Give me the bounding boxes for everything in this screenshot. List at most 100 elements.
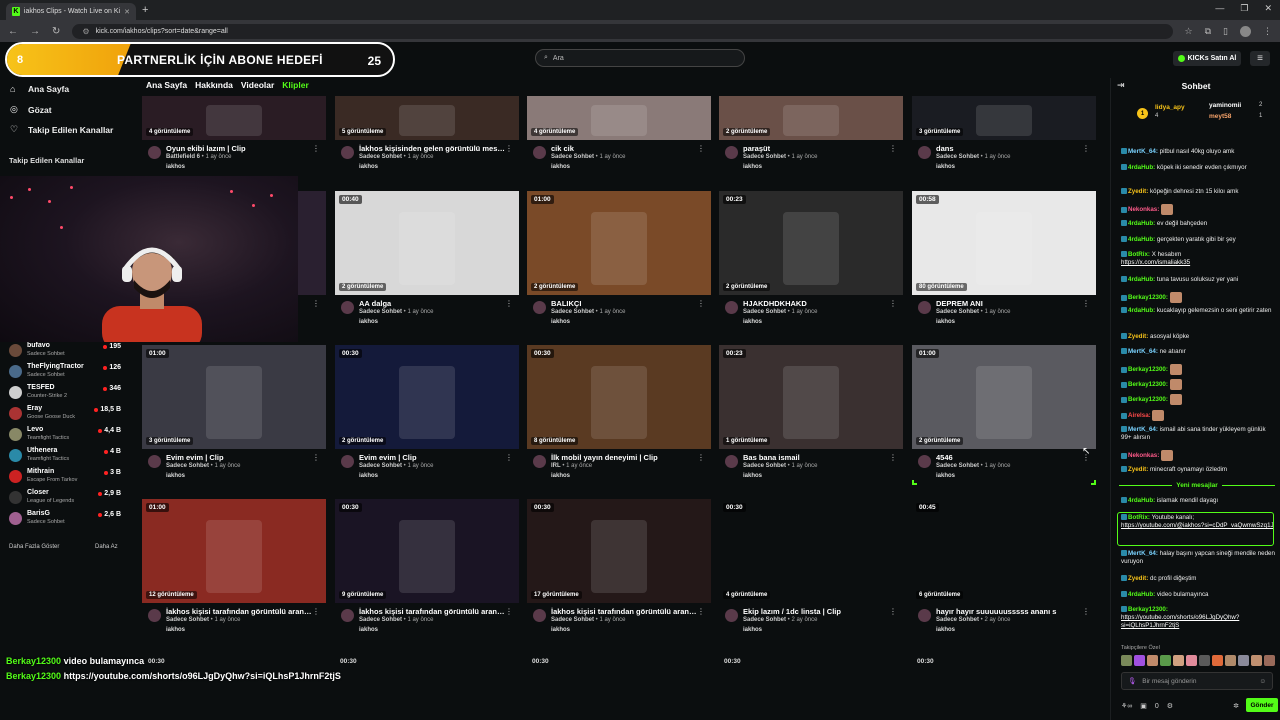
show-more-button[interactable]: Daha Fazla Göster bbox=[9, 544, 59, 550]
channel-avatar[interactable] bbox=[725, 609, 738, 622]
clip-title[interactable]: BALIKÇI bbox=[551, 299, 697, 308]
clip-thumbnail[interactable]: 00:30 2 görüntüleme bbox=[335, 345, 519, 449]
followed-channel-item[interactable]: Levo Teamfight Tactics 4,4 B bbox=[9, 426, 121, 446]
chat-username[interactable]: Airelsa: bbox=[1128, 412, 1151, 419]
clip-thumbnail[interactable]: 01:00 12 görüntüleme bbox=[142, 499, 326, 603]
clip-thumbnail[interactable]: 00:30 9 görüntüleme bbox=[335, 499, 519, 603]
followed-channel-item[interactable]: Uthenera Teamfight Tactics 4 B bbox=[9, 447, 121, 467]
clip-thumbnail[interactable]: 00:30 17 görüntüleme bbox=[527, 499, 711, 603]
emote-icon[interactable] bbox=[1121, 655, 1132, 666]
minimize-icon[interactable]: — bbox=[1215, 3, 1224, 14]
chat-username[interactable]: MertK_64: bbox=[1128, 426, 1158, 433]
clip-title[interactable]: Evim evim | Clip bbox=[166, 453, 312, 462]
emote-icon[interactable] bbox=[1147, 655, 1158, 666]
clip-title[interactable]: DEPREM ANI bbox=[936, 299, 1082, 308]
clip-title[interactable]: Bas bana ismail bbox=[743, 453, 889, 462]
chat-username[interactable]: Berkay12300: bbox=[1128, 606, 1168, 613]
maximize-icon[interactable]: ❐ bbox=[1240, 3, 1248, 14]
clip-author[interactable]: iakhos bbox=[936, 627, 955, 633]
clip-thumbnail[interactable]: 3 görüntüleme bbox=[912, 96, 1096, 140]
followed-channel-item[interactable]: bufavo Sadece Sohbet 195 bbox=[9, 342, 121, 362]
followed-channel-item[interactable]: BarisG Sadece Sohbet 2,6 B bbox=[9, 510, 121, 530]
clip-card[interactable]: 5 görüntüleme İakhos kişisinden gelen gör… bbox=[335, 36, 519, 186]
channel-avatar[interactable] bbox=[725, 455, 738, 468]
show-less-button[interactable]: Daha Az bbox=[95, 544, 118, 550]
channel-avatar[interactable] bbox=[341, 301, 354, 314]
more-options-icon[interactable]: ⋮ bbox=[1082, 144, 1090, 153]
user-menu-button[interactable]: ≡ bbox=[1250, 51, 1270, 66]
send-button[interactable]: Gönder bbox=[1246, 698, 1278, 712]
new-tab-button[interactable]: + bbox=[142, 4, 148, 16]
channel-avatar[interactable] bbox=[725, 301, 738, 314]
clip-thumbnail[interactable]: 00:23 1 görüntüleme bbox=[719, 345, 903, 449]
emote-icon[interactable] bbox=[1238, 655, 1249, 666]
extensions-icon[interactable]: ⧉ bbox=[1205, 26, 1211, 37]
channel-avatar[interactable] bbox=[533, 455, 546, 468]
clip-author[interactable]: iakhos bbox=[743, 164, 762, 170]
more-options-icon[interactable]: ⋮ bbox=[505, 144, 513, 153]
clip-thumbnail[interactable]: 00:30 8 görüntüleme bbox=[527, 345, 711, 449]
channel-avatar[interactable] bbox=[533, 609, 546, 622]
channel-avatar[interactable] bbox=[918, 146, 931, 159]
more-options-icon[interactable]: ⋮ bbox=[312, 144, 320, 153]
emote-icon[interactable] bbox=[1225, 655, 1236, 666]
more-options-icon[interactable]: ⋮ bbox=[505, 299, 513, 308]
clip-title[interactable]: İakhos kişisi tarafından görüntülü aranı… bbox=[166, 607, 312, 616]
clip-author[interactable]: iakhos bbox=[166, 627, 185, 633]
clip-title[interactable]: AA dalga bbox=[359, 299, 505, 308]
clip-card[interactable]: 2 görüntüleme paraşüt ⋮ Sadece Sohbet • 1 a… bbox=[719, 36, 903, 186]
forward-icon[interactable]: → bbox=[30, 26, 40, 37]
chat-settings-badge-icon[interactable]: ⚘∞ bbox=[1121, 702, 1132, 710]
clip-thumbnail[interactable]: 5 görüntüleme bbox=[335, 96, 519, 140]
chat-username[interactable]: BotRix: bbox=[1128, 251, 1150, 258]
followed-channel-item[interactable]: Mithrain Escape From Tarkov 3 B bbox=[9, 468, 121, 488]
sidebar-item-following[interactable]: ♡ Takip Edilen Kanallar bbox=[10, 124, 113, 135]
more-options-icon[interactable]: ⋮ bbox=[312, 299, 320, 308]
clip-author[interactable]: iakhos bbox=[166, 164, 185, 170]
clip-title[interactable]: İakhos kişisi tarafından görüntülü aranı… bbox=[359, 607, 505, 616]
more-options-icon[interactable]: ⋮ bbox=[889, 453, 897, 462]
bookmark-star-icon[interactable]: ☆ bbox=[1185, 26, 1193, 37]
chat-link[interactable]: https://x.com/ismaliakk35 bbox=[1121, 259, 1190, 266]
gear-icon[interactable]: ✲ bbox=[1233, 702, 1239, 710]
clip-category[interactable]: Sadece Sohbet bbox=[743, 154, 786, 160]
sidebar-item-browse[interactable]: ◎ Gözat bbox=[10, 104, 52, 115]
clip-thumbnail[interactable]: 00:58 80 görüntüleme bbox=[912, 191, 1096, 295]
clip-card[interactable]: 01:00 2 görüntüleme 4546 ⋮ Sadece Sohbet • 1… bbox=[912, 345, 1096, 495]
chat-username[interactable]: 4rdaHub: bbox=[1128, 497, 1155, 504]
clip-category[interactable]: Sadece Sohbet bbox=[743, 309, 786, 315]
chat-username[interactable]: 4rdaHub: bbox=[1128, 276, 1155, 283]
emote-icon[interactable] bbox=[1251, 655, 1262, 666]
followed-channel-item[interactable]: TESFED Counter-Strike 2 346 bbox=[9, 384, 121, 404]
clip-thumbnail[interactable]: 00:30 4 görüntüleme bbox=[719, 499, 903, 603]
clip-card[interactable]: 01:00 3 görüntüleme Evim evim | Clip ⋮ Sadec… bbox=[142, 345, 326, 495]
channel-avatar[interactable] bbox=[148, 455, 161, 468]
clip-category[interactable]: Sadece Sohbet bbox=[359, 463, 402, 469]
chat-username[interactable]: 4rdaHub: bbox=[1128, 220, 1155, 227]
emote-icon[interactable] bbox=[1212, 655, 1223, 666]
back-icon[interactable]: ← bbox=[8, 26, 18, 37]
chat-link[interactable]: https://youtube.com/shorts/o96LJgDyQhw?s… bbox=[1121, 614, 1239, 629]
more-options-icon[interactable]: ⋮ bbox=[312, 607, 320, 616]
browser-tab[interactable]: K iakhos Clips - Watch Live on Ki ✕ bbox=[6, 3, 136, 20]
emote-icon[interactable] bbox=[1134, 655, 1145, 666]
channel-avatar[interactable] bbox=[533, 146, 546, 159]
channel-avatar[interactable] bbox=[725, 146, 738, 159]
clip-author[interactable]: iakhos bbox=[743, 473, 762, 479]
channel-avatar[interactable] bbox=[918, 455, 931, 468]
more-options-icon[interactable]: ⋮ bbox=[697, 607, 705, 616]
clip-category[interactable]: IRL bbox=[551, 463, 561, 469]
chat-username[interactable]: Berkay12300: bbox=[1128, 294, 1168, 301]
chat-username[interactable]: MertK_64: bbox=[1128, 348, 1158, 355]
clip-category[interactable]: Battlefield 6 bbox=[166, 154, 200, 160]
followed-channel-item[interactable]: Closer League of Legends 2,9 B bbox=[9, 489, 121, 509]
chat-username[interactable]: Zyedit: bbox=[1128, 575, 1148, 582]
clip-author[interactable]: iakhos bbox=[936, 319, 955, 325]
chat-username[interactable]: MertK_64: bbox=[1128, 550, 1158, 557]
clip-thumbnail[interactable]: 00:45 6 görüntüleme bbox=[912, 499, 1096, 603]
clip-author[interactable]: iakhos bbox=[743, 627, 762, 633]
more-options-icon[interactable]: ⋮ bbox=[312, 453, 320, 462]
clip-author[interactable]: iakhos bbox=[359, 164, 378, 170]
clip-card[interactable]: 00:58 80 görüntüleme DEPREM ANI ⋮ Sadece Soh… bbox=[912, 191, 1096, 341]
channel-avatar[interactable] bbox=[341, 609, 354, 622]
